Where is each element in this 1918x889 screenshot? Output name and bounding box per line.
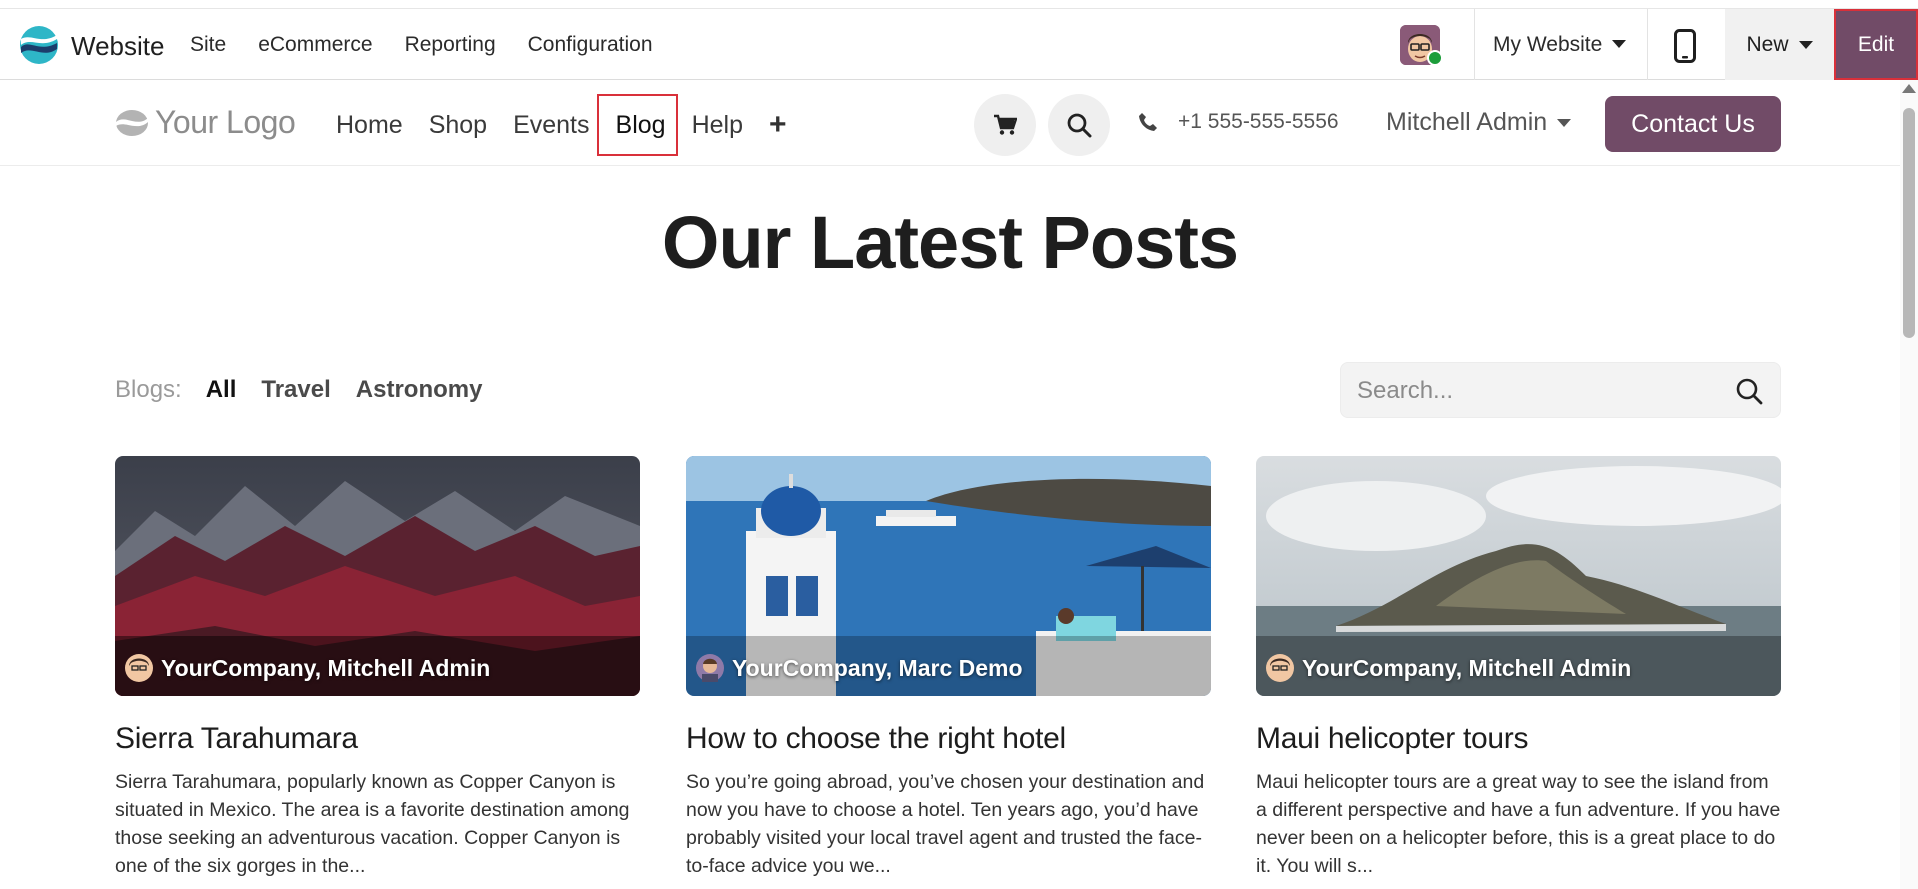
- nav-events[interactable]: Events: [513, 111, 589, 140]
- search-icon: [1067, 113, 1092, 138]
- author-avatar-icon: [696, 654, 724, 682]
- author-avatar-icon: [125, 654, 153, 682]
- post-cover-image[interactable]: YourCompany, Mitchell Admin: [1256, 456, 1781, 696]
- author-avatar: [1266, 654, 1294, 682]
- site-search-button[interactable]: [1048, 94, 1110, 156]
- author-avatar: [125, 654, 153, 682]
- website-selector-label: My Website: [1493, 33, 1603, 56]
- post-cover-image[interactable]: YourCompany, Marc Demo: [686, 456, 1211, 696]
- user-menu[interactable]: Mitchell Admin: [1386, 108, 1572, 137]
- blog-filter-bar: Blogs: All Travel Astronomy: [115, 376, 507, 404]
- app-name[interactable]: Website: [71, 31, 164, 62]
- post-author: YourCompany, Mitchell Admin: [125, 654, 490, 682]
- window-top-strip: [0, 0, 1918, 9]
- admin-menu-site[interactable]: Site: [190, 33, 226, 57]
- admin-menu-ecommerce[interactable]: eCommerce: [258, 33, 372, 57]
- nav-shop[interactable]: Shop: [429, 111, 487, 140]
- admin-bar: Website Site eCommerce Reporting Configu…: [0, 9, 1918, 80]
- divider: [1647, 9, 1648, 80]
- cart-button[interactable]: [974, 94, 1036, 156]
- blog-filter-astronomy[interactable]: Astronomy: [356, 376, 483, 404]
- site-header: Your Logo Home Shop Events Blog Help + +…: [0, 80, 1900, 166]
- site-logo[interactable]: Your Logo: [115, 104, 296, 141]
- phone-icon: [1139, 113, 1157, 131]
- edit-button[interactable]: Edit: [1834, 9, 1918, 80]
- post-excerpt: Sierra Tarahumara, popularly known as Co…: [115, 771, 630, 877]
- post-title[interactable]: Sierra Tarahumara: [115, 722, 640, 756]
- scroll-up-arrow-icon[interactable]: [1902, 84, 1916, 93]
- blog-search-input[interactable]: [1357, 375, 1717, 407]
- contact-us-button[interactable]: Contact Us: [1605, 96, 1781, 152]
- blog-post-card[interactable]: YourCompany, Mitchell Admin Maui helicop…: [1256, 456, 1781, 880]
- post-title[interactable]: Maui helicopter tours: [1256, 722, 1781, 756]
- admin-menu-configuration[interactable]: Configuration: [528, 33, 653, 57]
- caret-down-icon: [1798, 40, 1813, 49]
- post-cover-image[interactable]: YourCompany, Mitchell Admin: [115, 456, 640, 696]
- blog-highlight-box: [597, 94, 678, 156]
- logo-text: Your Logo: [155, 104, 296, 140]
- author-name: YourCompany, Mitchell Admin: [161, 654, 491, 681]
- nav-home[interactable]: Home: [336, 111, 403, 140]
- blog-post-card[interactable]: YourCompany, Marc Demo How to choose the…: [686, 456, 1211, 880]
- post-excerpt: So you’re going abroad, you’ve chosen yo…: [686, 771, 1205, 877]
- caret-down-icon: [1557, 119, 1572, 127]
- new-button[interactable]: New: [1725, 9, 1834, 80]
- caret-down-icon: [1612, 40, 1627, 48]
- author-name: YourCompany, Marc Demo: [732, 654, 1023, 681]
- edit-button-label: Edit: [1857, 32, 1895, 56]
- phone-number: +1 555-555-5556: [1178, 110, 1339, 133]
- search-icon[interactable]: [1733, 375, 1765, 407]
- blog-filter-all[interactable]: All: [206, 376, 237, 404]
- blog-filter-travel[interactable]: Travel: [261, 376, 330, 404]
- nav-help[interactable]: Help: [692, 111, 743, 140]
- website-app-icon[interactable]: [19, 25, 59, 65]
- divider: [1474, 9, 1475, 80]
- post-author: YourCompany, Mitchell Admin: [1266, 654, 1631, 682]
- mobile-preview-icon[interactable]: [1674, 29, 1696, 63]
- logo-mark-icon: [116, 109, 148, 136]
- author-name: YourCompany, Mitchell Admin: [1302, 654, 1632, 681]
- author-avatar: [696, 654, 724, 682]
- user-name: Mitchell Admin: [1386, 108, 1548, 136]
- scrollbar-thumb[interactable]: [1903, 108, 1915, 338]
- phone-contact[interactable]: +1 555-555-5556: [1138, 110, 1339, 134]
- admin-menu-reporting[interactable]: Reporting: [405, 33, 496, 57]
- post-author: YourCompany, Marc Demo: [696, 654, 1023, 682]
- author-avatar-icon: [1266, 654, 1294, 682]
- page-title: Our Latest Posts: [661, 201, 1239, 284]
- blog-search-box: [1340, 362, 1781, 418]
- blog-post-card[interactable]: YourCompany, Mitchell Admin Sierra Tarah…: [115, 456, 640, 880]
- new-button-label: New: [1746, 32, 1789, 56]
- site-nav: Home Shop Events Blog Help +: [336, 108, 813, 142]
- post-excerpt: Maui helicopter tours are a great way to…: [1256, 771, 1781, 877]
- website-selector[interactable]: My Website: [1493, 33, 1627, 57]
- admin-menu: Site eCommerce Reporting Configuration: [190, 33, 685, 57]
- blogs-label: Blogs:: [115, 376, 182, 403]
- cart-icon: [994, 114, 1017, 135]
- online-status-dot: [1427, 50, 1443, 66]
- add-menu-item-icon[interactable]: +: [769, 108, 787, 142]
- post-title[interactable]: How to choose the right hotel: [686, 722, 1211, 756]
